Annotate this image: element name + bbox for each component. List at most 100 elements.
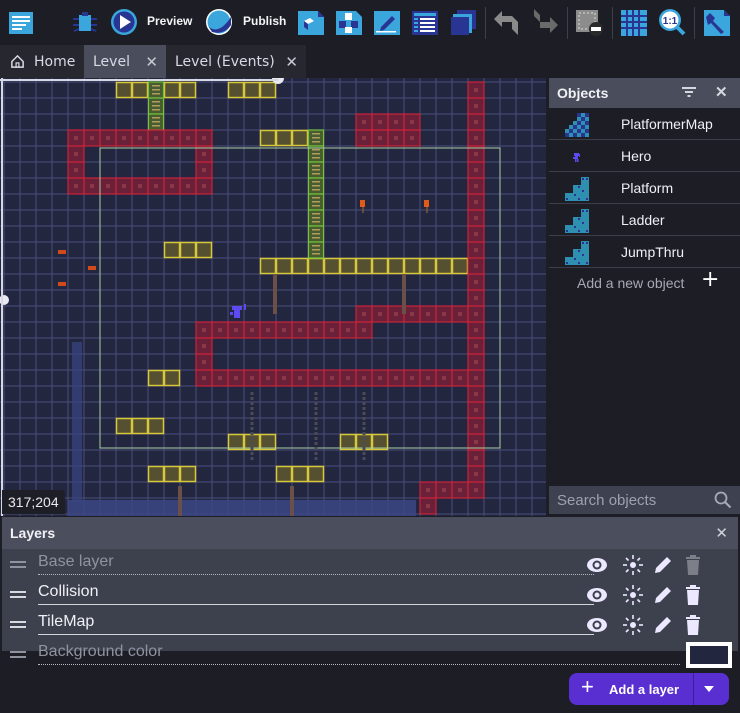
object-list-item[interactable]: Platform bbox=[549, 172, 740, 204]
editor-tabs: Home Level ✕ Level (Events) ✕ bbox=[0, 45, 740, 78]
undo-icon[interactable] bbox=[492, 7, 522, 37]
platform-tile-detail bbox=[394, 120, 398, 124]
search-objects-field[interactable] bbox=[549, 486, 740, 514]
platform-tile-detail bbox=[474, 328, 478, 332]
jumpthru-tile bbox=[259, 129, 277, 147]
jumpthru-tile bbox=[131, 417, 149, 435]
drag-handle-icon[interactable] bbox=[10, 621, 26, 628]
ladder-rung bbox=[152, 105, 160, 107]
jumpthru-tile bbox=[419, 257, 437, 275]
objects-panel-icon[interactable] bbox=[334, 7, 364, 37]
scene-canvas[interactable]: 317;204 bbox=[0, 78, 546, 516]
lighting-icon[interactable] bbox=[622, 554, 644, 576]
layer-row[interactable]: Base layer bbox=[2, 549, 738, 579]
platform-tile-detail bbox=[474, 88, 478, 92]
delete-trash-icon[interactable] bbox=[682, 554, 704, 576]
ladder-rung bbox=[312, 237, 320, 239]
visibility-eye-icon[interactable] bbox=[586, 584, 608, 606]
platform-tile-detail bbox=[410, 136, 414, 140]
close-panel-icon[interactable]: ✕ bbox=[715, 83, 728, 101]
publish-icon[interactable] bbox=[204, 7, 234, 37]
platform-tile-detail bbox=[186, 136, 190, 140]
dropdown-arrow-icon[interactable] bbox=[704, 686, 714, 692]
instances-list-icon[interactable] bbox=[410, 7, 440, 37]
object-list-item[interactable]: Ladder bbox=[549, 204, 740, 236]
zoom-reset-icon[interactable]: 1:1 bbox=[657, 7, 687, 37]
visibility-eye-icon[interactable] bbox=[586, 554, 608, 576]
platform-tile-detail bbox=[282, 328, 286, 332]
layer-name[interactable]: TileMap bbox=[38, 613, 594, 635]
object-list-item[interactable]: PlatformerMap bbox=[549, 108, 740, 140]
layer-row[interactable]: Collision bbox=[2, 579, 738, 609]
object-list-item[interactable]: JumpThru bbox=[549, 236, 740, 268]
object-groups-icon[interactable] bbox=[296, 7, 326, 37]
lighting-icon[interactable] bbox=[622, 614, 644, 636]
jumpthru-tile bbox=[147, 417, 165, 435]
ladder-rung bbox=[152, 117, 160, 119]
support-post bbox=[402, 274, 406, 314]
layers-panel-title: Layers bbox=[10, 525, 56, 541]
plus-icon: + bbox=[701, 267, 720, 292]
object-name: Platform bbox=[621, 179, 674, 196]
platform-tile-detail bbox=[90, 136, 94, 140]
bird-sprite bbox=[58, 250, 66, 254]
jumpthru-tile bbox=[259, 81, 277, 99]
layer-row[interactable]: TileMap bbox=[2, 609, 738, 639]
platform-tile-detail bbox=[474, 376, 478, 380]
layers-list: Base layer Collision TileMap bbox=[2, 549, 738, 639]
window-mask-icon[interactable] bbox=[574, 7, 604, 37]
platform-tile-detail bbox=[202, 376, 206, 380]
preview-icon[interactable] bbox=[109, 7, 139, 37]
ladder-rung bbox=[312, 185, 320, 187]
ladder-rung bbox=[312, 173, 320, 175]
properties-icon[interactable] bbox=[372, 7, 402, 37]
tab-level-events[interactable]: Level (Events) ✕ bbox=[166, 45, 306, 78]
platform-tile-detail bbox=[266, 376, 270, 380]
drag-handle-icon[interactable] bbox=[10, 561, 26, 568]
preview-button[interactable]: Preview bbox=[147, 14, 192, 28]
project-manager-icon[interactable] bbox=[6, 7, 36, 37]
object-list-item[interactable]: Hero bbox=[549, 140, 740, 172]
grid-icon[interactable] bbox=[619, 7, 649, 37]
close-panel-icon[interactable]: ✕ bbox=[715, 524, 728, 542]
tab-home[interactable]: Home bbox=[0, 45, 84, 78]
toolbar-separator bbox=[612, 7, 613, 39]
jumpthru-tile bbox=[131, 81, 149, 99]
close-tab-icon[interactable]: ✕ bbox=[145, 53, 158, 71]
layers-icon[interactable] bbox=[448, 7, 478, 37]
svg-text:1:1: 1:1 bbox=[663, 16, 678, 27]
background-color-swatch[interactable] bbox=[686, 642, 732, 668]
tab-level[interactable]: Level ✕ bbox=[84, 45, 166, 78]
edit-pencil-icon[interactable] bbox=[652, 614, 674, 636]
lighting-icon[interactable] bbox=[622, 584, 644, 606]
search-objects-input[interactable] bbox=[549, 491, 709, 509]
close-tab-icon[interactable]: ✕ bbox=[285, 53, 298, 71]
jumpthru-tile bbox=[243, 81, 261, 99]
filter-icon[interactable] bbox=[682, 85, 696, 102]
layer-name[interactable]: Base layer bbox=[38, 553, 594, 575]
debugger-icon[interactable] bbox=[70, 7, 100, 37]
edit-pencil-icon[interactable] bbox=[652, 554, 674, 576]
layer-name[interactable]: Collision bbox=[38, 583, 594, 605]
search-icon[interactable] bbox=[714, 491, 732, 509]
jumpthru-tile bbox=[163, 241, 181, 259]
delete-trash-icon[interactable] bbox=[682, 614, 704, 636]
add-new-object-button[interactable]: Add a new object + bbox=[549, 267, 740, 298]
ladder-rung bbox=[312, 253, 320, 255]
scene-render[interactable] bbox=[0, 78, 546, 516]
visibility-eye-icon[interactable] bbox=[586, 614, 608, 636]
edit-pencil-icon[interactable] bbox=[652, 584, 674, 606]
platform-tile-detail bbox=[474, 104, 478, 108]
publish-button[interactable]: Publish bbox=[243, 14, 286, 28]
add-layer-button[interactable]: + Add a layer bbox=[569, 673, 729, 705]
delete-trash-icon[interactable] bbox=[682, 584, 704, 606]
platform-tile-detail bbox=[378, 312, 382, 316]
redo-icon[interactable] bbox=[530, 7, 560, 37]
scene-settings-icon[interactable] bbox=[702, 7, 732, 37]
ladder-rung bbox=[312, 137, 320, 139]
platform-tile-detail bbox=[474, 232, 478, 236]
platform-tile-detail bbox=[394, 312, 398, 316]
platform-tile-detail bbox=[346, 328, 350, 332]
drag-handle-icon[interactable] bbox=[10, 591, 26, 598]
platform-tile-detail bbox=[202, 136, 206, 140]
